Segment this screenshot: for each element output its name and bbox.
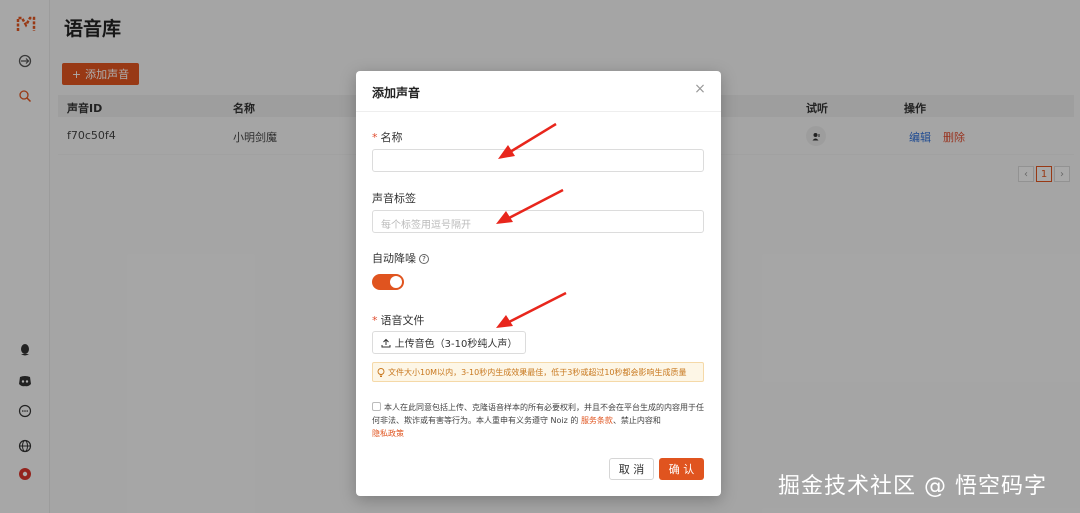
tags-input[interactable]: 每个标签用逗号隔开: [372, 210, 704, 233]
privacy-link[interactable]: 隐私政策: [372, 429, 404, 438]
toggle-knob: [390, 276, 402, 288]
cancel-button[interactable]: 取 消: [609, 458, 654, 480]
consent-text-mid: 、禁止内容和: [612, 416, 661, 425]
file-hint-alert: 文件大小10M以内，3-10秒内生成效果最佳，低于3秒或超过10秒都会影响生成质…: [372, 362, 704, 382]
consent-checkbox[interactable]: [372, 402, 381, 411]
divider: [356, 111, 721, 112]
denoise-label-text: 自动降噪: [372, 252, 416, 265]
close-icon[interactable]: ×: [693, 82, 707, 96]
confirm-button[interactable]: 确 认: [659, 458, 704, 480]
denoise-toggle[interactable]: [372, 274, 404, 290]
required-asterisk: *: [372, 314, 378, 327]
upload-button-label: 上传音色（3-10秒纯人声）: [394, 339, 518, 350]
consent-block: 本人在此同意包括上传、克隆语音样本的所有必要权利，并且不会在平台生成的内容用于任…: [372, 401, 704, 440]
upload-voice-button[interactable]: 上传音色（3-10秒纯人声）: [372, 331, 526, 354]
name-label-text: 名称: [380, 131, 403, 144]
denoise-field-label: 自动降噪?: [372, 250, 429, 266]
required-asterisk: *: [372, 131, 378, 144]
tags-field-label: 声音标签: [372, 192, 416, 205]
help-question-icon[interactable]: ?: [419, 254, 429, 264]
file-label-text: 语音文件: [380, 314, 425, 327]
upload-icon: [381, 338, 391, 347]
watermark-text: 掘金技术社区 @ 悟空码字: [778, 474, 1047, 499]
add-voice-dialog: 添加声音 × * 名称 声音标签 每个标签用逗号隔开 自动降噪? * 语音文件 上传…: [356, 71, 721, 496]
terms-link[interactable]: 服务条款: [581, 416, 613, 425]
file-hint-text: 文件大小10M以内，3-10秒内生成效果最佳，低于3秒或超过10秒都会影响生成质…: [388, 367, 687, 377]
file-field-label: * 语音文件: [372, 312, 425, 328]
name-field-label: * 名称: [372, 129, 403, 145]
dialog-title: 添加声音: [372, 86, 421, 100]
name-input[interactable]: [372, 149, 704, 172]
lightbulb-icon: [377, 367, 385, 377]
